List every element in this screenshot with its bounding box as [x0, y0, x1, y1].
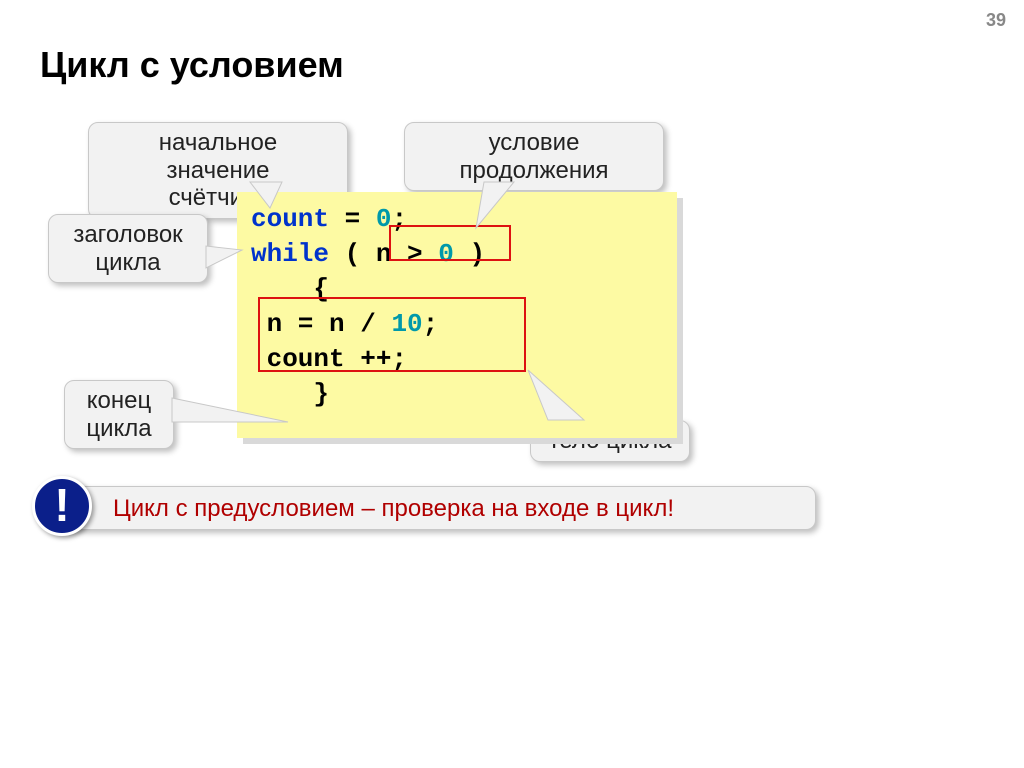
code-num-10: 10 — [391, 309, 422, 339]
code-kw-while: while — [251, 239, 329, 269]
page-number: 39 — [986, 10, 1006, 31]
code-t: ; — [391, 204, 407, 234]
code-block: count = 0; while ( n > 0 ) { n = n / 10;… — [237, 192, 677, 438]
code-t: ( — [329, 239, 376, 269]
note-bar: Цикл с предусловием – проверка на входе … — [58, 486, 816, 530]
code-ident-count: count — [251, 204, 329, 234]
code-t: ; — [423, 309, 439, 339]
label-loop-end: конеццикла — [64, 380, 174, 449]
code-brace-close: } — [251, 379, 329, 409]
label-loop-header: заголовокцикла — [48, 214, 208, 283]
code-brace-open: { — [251, 274, 329, 304]
label-continue-condition: условиепродолжения — [404, 122, 664, 191]
exclamation-icon: ! — [32, 476, 92, 536]
code-t: n = n / — [251, 309, 391, 339]
code-t: count ++; — [251, 344, 407, 374]
code-t: = — [329, 204, 376, 234]
code-num-0: 0 — [376, 204, 392, 234]
code-t: n > — [376, 239, 438, 269]
code-t: ) — [454, 239, 485, 269]
code-num-0b: 0 — [438, 239, 454, 269]
page-title: Цикл с условием — [40, 44, 344, 86]
